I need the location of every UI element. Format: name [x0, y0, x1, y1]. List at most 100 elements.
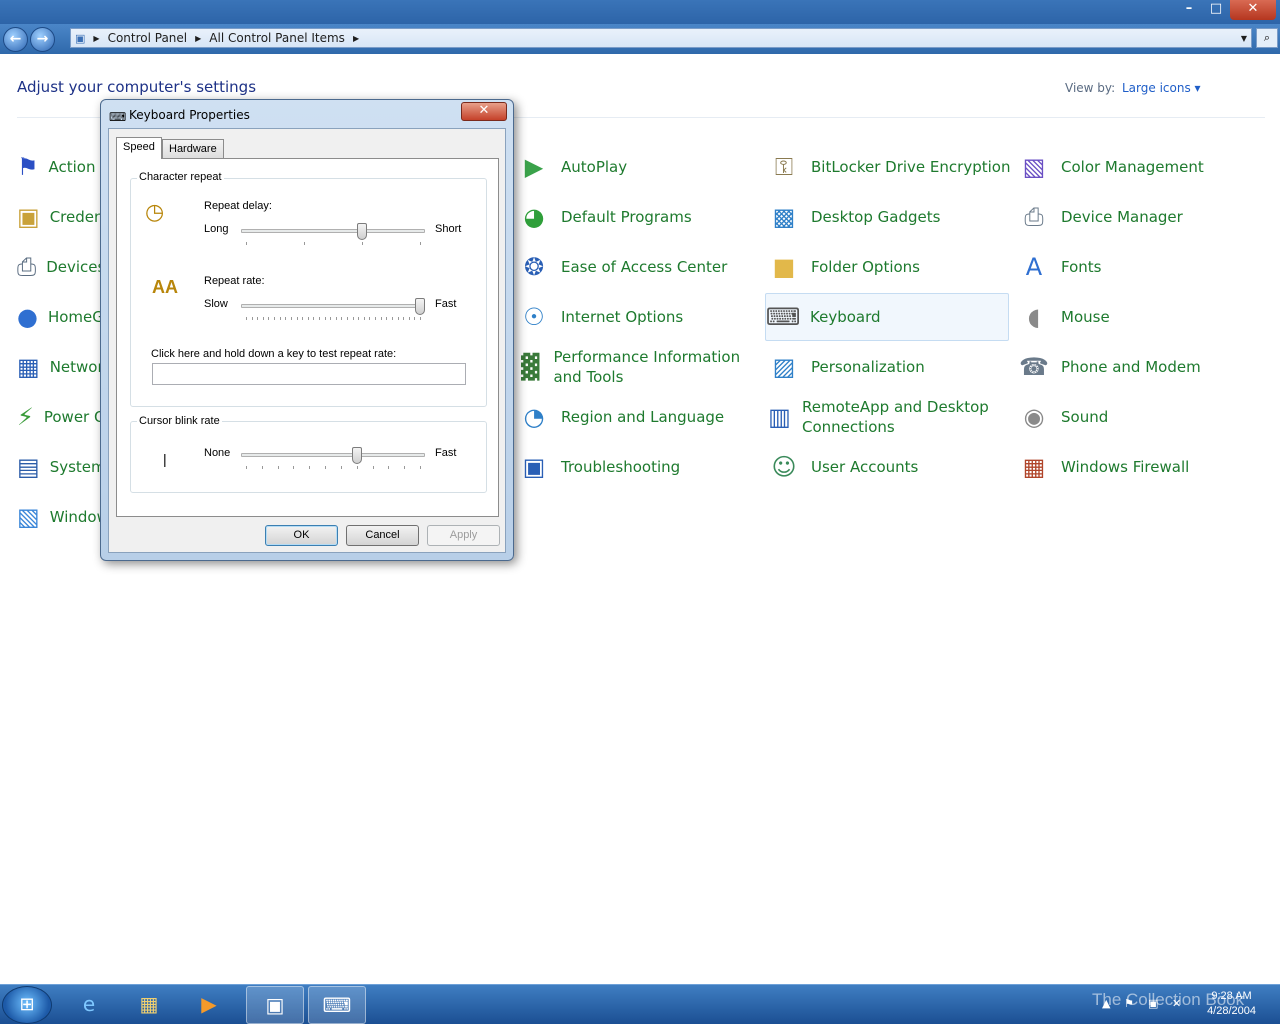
cp-item-windows-update[interactable]: ▧ Windows Update: [17, 493, 104, 541]
tick-mark: [319, 317, 320, 320]
chevron-right-icon[interactable]: ▶: [89, 34, 103, 43]
cp-item-personalization[interactable]: ▨ Personalization: [767, 343, 1011, 391]
chevron-right-icon[interactable]: ▶: [191, 34, 205, 43]
refresh-button[interactable]: ⌕: [1256, 28, 1278, 48]
media-player-icon[interactable]: ▶: [180, 986, 238, 1024]
cp-item-label: Fonts: [1061, 258, 1102, 276]
repeat-rate-min-label: Slow: [204, 298, 228, 310]
close-button[interactable]: ✕: [1230, 0, 1276, 20]
control-panel-taskbar-button[interactable]: ▣: [246, 986, 304, 1024]
cursor-blink-group: [130, 421, 487, 493]
cp-item-power-options[interactable]: ⚡ Power Options: [17, 393, 104, 441]
forward-button[interactable]: →: [30, 27, 55, 52]
tick-mark: [285, 317, 286, 320]
keyboard-icon: ⌨: [109, 110, 127, 124]
repeat-delay-label: Repeat delay:: [204, 200, 272, 212]
cp-item-remoteapp-and-desktop-connections[interactable]: ▥ RemoteApp and Desktop Connections: [767, 393, 1011, 441]
tab-hardware[interactable]: Hardware: [162, 139, 224, 159]
tick-mark: [257, 317, 258, 320]
character-repeat-label: Character repeat: [137, 171, 224, 183]
tick-mark: [308, 317, 309, 320]
windows-explorer-icon[interactable]: ▦: [120, 986, 178, 1024]
cp-item-system[interactable]: ▤ System: [17, 443, 104, 491]
chevron-down-icon[interactable]: ▼: [1237, 34, 1251, 43]
cp-item-label: Internet Options: [561, 308, 684, 326]
maximize-button[interactable]: □: [1203, 0, 1229, 20]
cp-item-keyboard[interactable]: ⌨ Keyboard: [765, 293, 1009, 341]
device-manager-icon: ⎙: [1024, 203, 1044, 231]
cp-item-phone-and-modem[interactable]: ☎ Phone and Modem: [1017, 343, 1261, 391]
cp-item-color-management[interactable]: ▧ Color Management: [1017, 143, 1261, 191]
minimize-button[interactable]: –: [1176, 0, 1202, 20]
cp-item-folder-options[interactable]: ■ Folder Options: [767, 243, 1011, 291]
back-button[interactable]: ←: [3, 27, 28, 52]
mouse-icon: ◖: [1027, 303, 1041, 331]
start-button[interactable]: ⊞: [2, 986, 52, 1024]
tick-mark: [388, 466, 389, 469]
tab-speed[interactable]: Speed: [116, 137, 162, 159]
tick-mark: [347, 317, 348, 320]
repeat-delay-min-label: Long: [204, 223, 229, 235]
tick-mark: [262, 466, 263, 469]
cp-item-performance-information-and-tools[interactable]: ▓ Performance Information and Tools: [517, 343, 757, 391]
repeat-delay-ticks: [246, 242, 421, 246]
cp-item-sound[interactable]: ◉ Sound: [1017, 393, 1261, 441]
keyboard-taskbar-button[interactable]: ⌨: [308, 986, 366, 1024]
cp-item-action-center[interactable]: ⚑ Action Center: [17, 143, 104, 191]
network-and-sharing-center-icon: ▦: [17, 353, 40, 381]
tick-mark: [341, 317, 342, 320]
breadcrumb-control-panel[interactable]: Control Panel: [104, 31, 192, 45]
repeat-rate-slider[interactable]: [415, 298, 425, 315]
cp-item-label: Credential Manager: [49, 208, 104, 226]
cp-item-user-accounts[interactable]: ☺ User Accounts: [767, 443, 1011, 491]
troubleshooting-icon: ▣: [522, 453, 546, 481]
cp-item-region-and-language[interactable]: ◔ Region and Language: [517, 393, 757, 441]
cursor-min-label: None: [204, 447, 231, 459]
cp-item-default-programs[interactable]: ◕ Default Programs: [517, 193, 757, 241]
cp-item-device-manager[interactable]: ⎙ Device Manager: [1017, 193, 1261, 241]
cp-item-fonts[interactable]: A Fonts: [1017, 243, 1261, 291]
tick-mark: [302, 317, 303, 320]
speed-panel: Character repeat ◷ Repeat delay: Long Sh…: [116, 158, 499, 517]
breadcrumb-all-items[interactable]: All Control Panel Items: [205, 31, 349, 45]
test-repeat-input[interactable]: [152, 363, 466, 385]
cp-item-windows-firewall[interactable]: ▦ Windows Firewall: [1017, 443, 1261, 491]
devices-and-printers-icon: ⎙: [17, 253, 37, 281]
cp-item-bitlocker-drive-encryption[interactable]: ⚿ BitLocker Drive Encryption: [767, 143, 1011, 191]
cp-item-troubleshooting[interactable]: ▣ Troubleshooting: [517, 443, 757, 491]
cp-item-label: Power Options: [43, 408, 104, 426]
tick-mark: [386, 317, 387, 320]
view-by-dropdown[interactable]: Large icons ▾: [1122, 81, 1201, 95]
watermark: The Collection Book: [1092, 990, 1245, 1009]
cp-item-desktop-gadgets[interactable]: ▩ Desktop Gadgets: [767, 193, 1011, 241]
cp-item-devices-and-printers[interactable]: ⎙ Devices and Printers: [17, 243, 104, 291]
repeat-rate-label: Repeat rate:: [204, 275, 265, 287]
internet-explorer-icon[interactable]: e: [60, 986, 118, 1024]
cp-item-mouse[interactable]: ◖ Mouse: [1017, 293, 1261, 341]
cursor-blink-label: Cursor blink rate: [137, 415, 222, 427]
cp-item-internet-options[interactable]: ☉ Internet Options: [517, 293, 757, 341]
chevron-right-icon[interactable]: ▶: [349, 34, 363, 43]
ok-button[interactable]: OK: [265, 525, 338, 546]
repeat-delay-track: [241, 229, 425, 233]
tick-mark: [278, 466, 279, 469]
cp-item-ease-of-access-center[interactable]: ❂ Ease of Access Center: [517, 243, 757, 291]
remoteapp-and-desktop-connections-icon: ▥: [768, 403, 791, 431]
cp-item-network-and-sharing-center[interactable]: ▦ Network and Sharing Center: [17, 343, 104, 391]
tick-mark: [291, 317, 292, 320]
dialog-close-button[interactable]: ✕: [461, 102, 507, 121]
address-bar[interactable]: ▣ ▶ Control Panel ▶ All Control Panel It…: [70, 28, 1252, 48]
tick-mark: [341, 466, 342, 469]
apply-button[interactable]: Apply: [427, 525, 500, 546]
cp-item-homegroup[interactable]: ● HomeGroup: [17, 293, 104, 341]
repeat-delay-slider[interactable]: [357, 223, 368, 240]
folder-options-icon: ■: [772, 253, 796, 281]
cp-item-credential-manager[interactable]: ▣ Credential Manager: [17, 193, 104, 241]
cancel-button[interactable]: Cancel: [346, 525, 419, 546]
tick-mark: [325, 466, 326, 469]
cp-item-autoplay[interactable]: ▶ AutoPlay: [517, 143, 757, 191]
tick-mark: [325, 317, 326, 320]
cursor-blink-slider[interactable]: [351, 447, 362, 464]
tick-mark: [373, 466, 374, 469]
cp-item-label: Ease of Access Center: [561, 258, 728, 276]
